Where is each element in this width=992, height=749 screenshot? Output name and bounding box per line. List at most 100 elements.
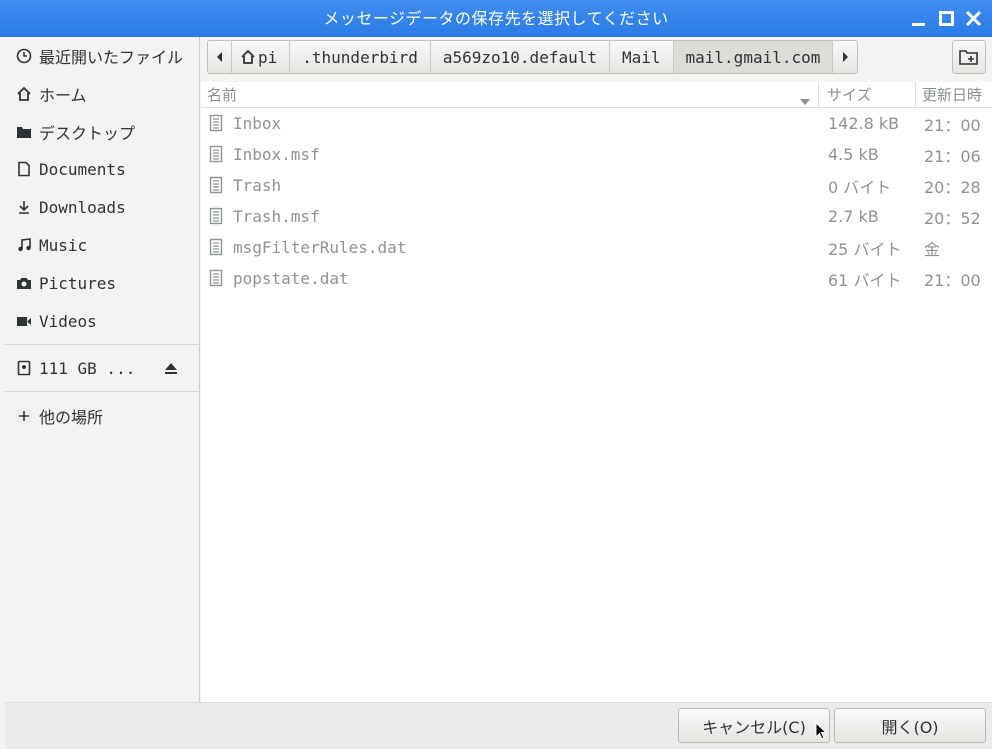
- file-name: Inbox.msf: [233, 145, 320, 164]
- sidebar-item-videos[interactable]: Videos: [5, 303, 200, 339]
- minimize-icon: [912, 23, 925, 26]
- sidebar-item-label: Downloads: [39, 197, 126, 217]
- eject-icon[interactable]: [163, 360, 179, 380]
- clock-icon: [5, 48, 39, 64]
- path-crumb[interactable]: .thunderbird: [290, 41, 431, 73]
- sidebar-item-label: 他の場所: [39, 408, 104, 427]
- chevron-right-icon: [843, 52, 849, 62]
- title-bar: メッセージデータの保存先を選択してください: [0, 0, 992, 37]
- file-modified: 20：28: [924, 177, 981, 197]
- mouse-cursor-icon: [815, 721, 828, 744]
- sidebar-item-home[interactable]: ホーム: [5, 76, 200, 112]
- drive-icon: [5, 360, 39, 376]
- places-sidebar: 最近開いたファイル ホーム デスクトップ Documents Downloads: [5, 37, 200, 702]
- sidebar-item-documents[interactable]: Documents: [5, 151, 200, 187]
- path-crumb-label: pi: [258, 47, 278, 67]
- cancel-button-label: キャンセル(C): [702, 717, 806, 737]
- path-crumb-label: .thunderbird: [302, 47, 418, 67]
- sidebar-item-label: 最近開いたファイル: [39, 48, 184, 67]
- sidebar-item-label: Documents: [39, 159, 126, 179]
- chevron-left-icon: [216, 52, 222, 62]
- sidebar-item-other-locations[interactable]: 他の場所: [5, 398, 200, 434]
- column-header-label: 名前: [207, 86, 238, 104]
- sidebar-item-music[interactable]: Music: [5, 227, 200, 263]
- file-size: 4.5 kB: [828, 145, 879, 164]
- window-title: メッセージデータの保存先を選択してください: [323, 9, 669, 28]
- sidebar-item-label: Music: [39, 235, 88, 255]
- sidebar-item-desktop[interactable]: デスクトップ: [5, 114, 200, 150]
- video-icon: [5, 313, 39, 329]
- sidebar-separator: [5, 391, 200, 392]
- plus-icon: [5, 408, 39, 424]
- sidebar-item-drive[interactable]: 111 GB ...: [5, 350, 200, 386]
- minimize-button[interactable]: [908, 8, 930, 30]
- close-icon: [965, 10, 982, 27]
- file-name: Inbox: [233, 114, 282, 133]
- file-row[interactable]: Inbox.msf 4.5 kB 21：06: [201, 139, 992, 170]
- path-crumb-label: mail.gmail.com: [685, 47, 821, 67]
- file-size: 25 バイト: [828, 239, 902, 259]
- file-modified: 21：06: [924, 146, 981, 166]
- file-size: 2.7 kB: [828, 207, 879, 226]
- sidebar-item-downloads[interactable]: Downloads: [5, 189, 200, 225]
- sidebar-item-label: ホーム: [39, 86, 87, 105]
- sidebar-item-label: Pictures: [39, 273, 117, 293]
- open-button[interactable]: 開く(O): [834, 708, 986, 743]
- column-header-modified[interactable]: 更新日時: [916, 82, 992, 108]
- file-size: 61 バイト: [828, 270, 902, 290]
- path-scroll-left-button[interactable]: [208, 41, 232, 73]
- column-header-label: サイズ: [827, 86, 872, 104]
- download-icon: [5, 199, 39, 215]
- open-button-label: 開く(O): [881, 717, 939, 737]
- file-list: 名前 サイズ 更新日時 Inbox 142.8 kB 21：00 Inbox.m…: [201, 82, 992, 702]
- file-row[interactable]: msgFilterRules.dat 25 バイト 金: [201, 232, 992, 263]
- file-modified: 20：52: [924, 208, 981, 228]
- path-bar: pi .thunderbird a569zo10.default Mail ma…: [207, 40, 859, 74]
- file-row[interactable]: Inbox 142.8 kB 21：00: [201, 108, 992, 139]
- file-modified: 21：00: [924, 115, 981, 135]
- home-icon: [5, 86, 39, 102]
- file-icon: [209, 207, 223, 229]
- new-folder-icon: [959, 50, 978, 65]
- camera-icon: [5, 275, 39, 291]
- home-icon: [241, 49, 255, 64]
- file-row[interactable]: popstate.dat 61 バイト 21：00: [201, 263, 992, 294]
- path-crumb-label: a569zo10.default: [442, 47, 597, 67]
- sidebar-item-label: Videos: [39, 311, 97, 331]
- path-scroll-right-button[interactable]: [833, 41, 857, 73]
- file-modified: 金: [924, 239, 941, 259]
- sidebar-separator: [5, 344, 200, 345]
- column-header-label: 更新日時: [922, 86, 983, 104]
- close-button[interactable]: [963, 8, 985, 30]
- file-row[interactable]: Trash 0 バイト 20：28: [201, 170, 992, 201]
- path-crumb-home[interactable]: pi: [232, 41, 291, 73]
- file-icon: [209, 269, 223, 291]
- file-name: Trash.msf: [233, 207, 320, 226]
- path-crumb[interactable]: Mail: [610, 41, 674, 73]
- path-crumb-current[interactable]: mail.gmail.com: [673, 41, 834, 73]
- sidebar-item-recent[interactable]: 最近開いたファイル: [5, 38, 200, 74]
- path-crumb[interactable]: a569zo10.default: [431, 41, 610, 73]
- document-icon: [5, 161, 39, 177]
- maximize-button[interactable]: [936, 8, 958, 30]
- new-folder-button[interactable]: [952, 40, 986, 74]
- path-crumb-label: Mail: [621, 47, 661, 67]
- file-row[interactable]: Trash.msf 2.7 kB 20：52: [201, 201, 992, 232]
- file-icon: [209, 114, 223, 136]
- column-header-name[interactable]: 名前: [201, 82, 819, 108]
- folder-icon: [5, 124, 39, 140]
- column-header-size[interactable]: サイズ: [819, 82, 916, 108]
- file-name: popstate.dat: [233, 269, 349, 288]
- maximize-icon: [939, 11, 954, 26]
- file-size: 142.8 kB: [828, 114, 900, 133]
- file-size: 0 バイト: [828, 177, 892, 197]
- music-icon: [5, 237, 39, 253]
- sidebar-item-label: 111 GB ...: [39, 358, 136, 378]
- file-icon: [209, 176, 223, 198]
- file-icon: [209, 145, 223, 167]
- cancel-button[interactable]: キャンセル(C): [678, 708, 830, 743]
- file-chooser-dialog: メッセージデータの保存先を選択してください 最近開いたファイル ホーム デスクト…: [0, 0, 992, 749]
- sidebar-item-pictures[interactable]: Pictures: [5, 265, 200, 301]
- file-icon: [209, 238, 223, 260]
- file-modified: 21：00: [924, 270, 981, 290]
